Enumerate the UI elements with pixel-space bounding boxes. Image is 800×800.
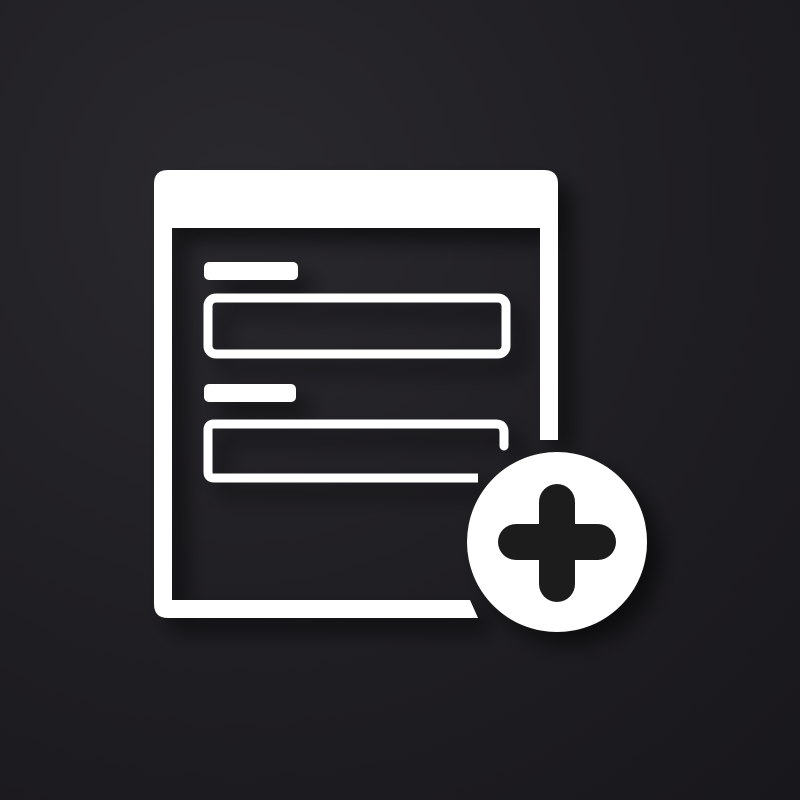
add-form-icon <box>154 170 647 632</box>
icon-canvas <box>0 0 800 800</box>
input-field-2 <box>203 419 496 483</box>
input-field-2-right <box>491 419 509 451</box>
input-field-1 <box>203 293 511 359</box>
field-label-1 <box>204 262 298 280</box>
plus-horizontal-bar <box>498 524 616 560</box>
plus-circle-icon <box>467 452 647 632</box>
field-label-2 <box>204 384 296 402</box>
